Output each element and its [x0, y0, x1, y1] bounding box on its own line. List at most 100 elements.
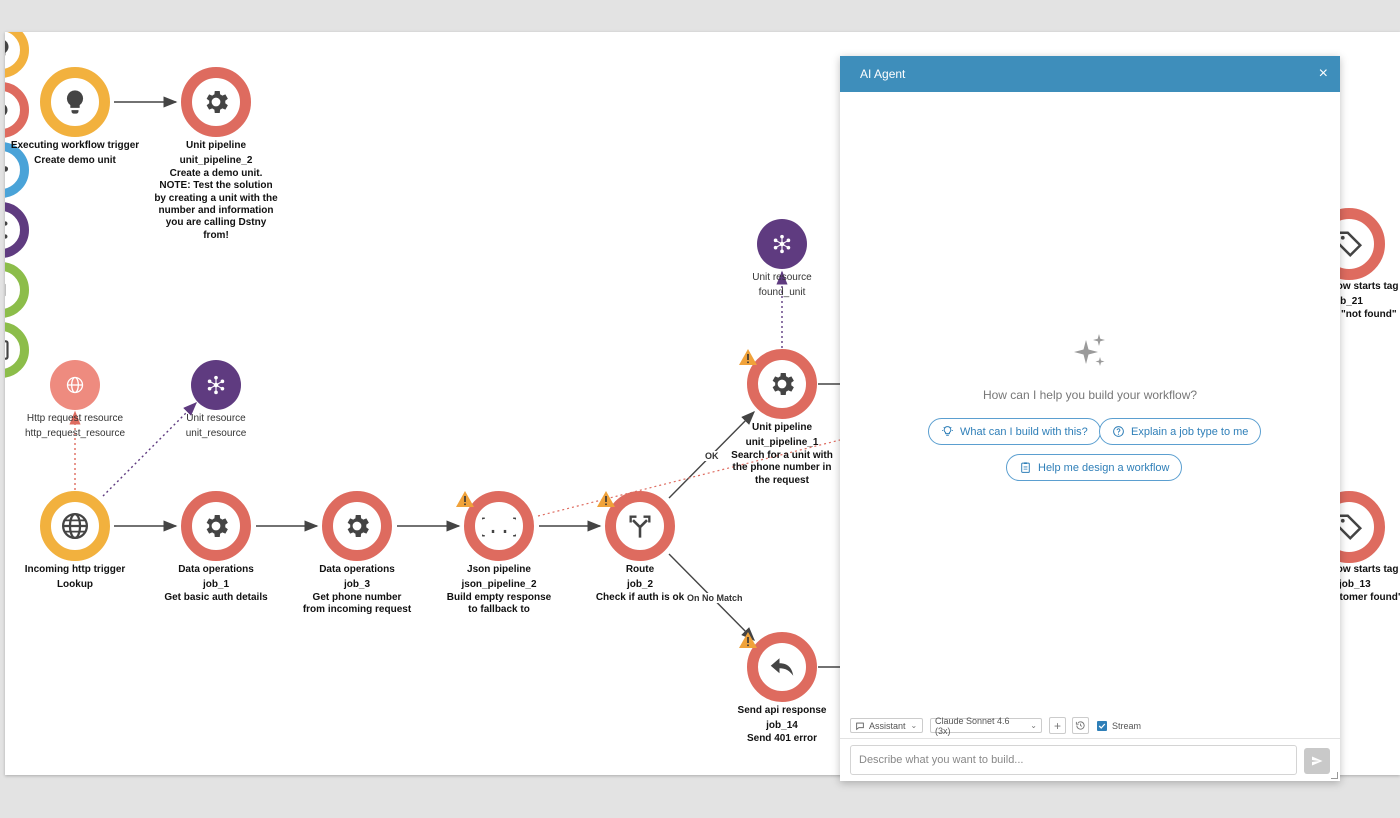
model-value: Claude Sonnet 4.6 (3x): [935, 715, 1010, 736]
node-executing-workflow-trigger[interactable]: [40, 67, 110, 137]
network-icon: [773, 234, 791, 254]
node-label: Send api response job_14 Send 401 error: [702, 705, 862, 745]
node-subtitle: unit_pipeline_2: [179, 155, 253, 167]
node-subtitle: unit_pipeline_1: [745, 437, 819, 449]
node-description: Create a demo unit. NOTE: Test the solut…: [154, 167, 278, 241]
ai-agent-panel: AI Agent × How can I help you build your…: [840, 56, 1340, 781]
resource-title: Unit resource: [752, 272, 812, 283]
resource-label: Unit resource unit_resource: [136, 411, 296, 441]
node-subtitle: job_2: [626, 579, 654, 591]
gear-icon: [772, 373, 794, 395]
warning-icon: [455, 490, 475, 508]
model-select[interactable]: Claude Sonnet 4.6 (3x) ⌄: [930, 715, 1042, 736]
prompt-input[interactable]: [850, 745, 1297, 775]
panel-title: AI Agent: [860, 67, 906, 81]
suggestion-design-workflow[interactable]: Help me design a workflow: [1006, 454, 1183, 481]
node-title: Json pipeline: [467, 564, 531, 575]
stream-toggle[interactable]: Stream: [1097, 720, 1142, 731]
node-unit-resource[interactable]: [191, 360, 241, 410]
chat-bubble-icon: [856, 722, 864, 730]
route-split-icon: [629, 515, 651, 538]
node-incoming-http-trigger[interactable]: [40, 491, 110, 561]
composer-divider: [840, 738, 1340, 739]
node-title: Unit pipeline: [752, 422, 812, 433]
node-unit-pipeline-2[interactable]: [181, 67, 251, 137]
node-title: Data operations: [178, 564, 254, 575]
gear-icon: [347, 515, 369, 537]
node-label: low starts tag ob_21 "not found": [1334, 281, 1400, 321]
stream-label: Stream: [1112, 720, 1142, 731]
chevron-down-icon: ⌄: [1030, 721, 1037, 730]
suggestion-label: Help me design a workflow: [1038, 461, 1170, 474]
gear-icon: [206, 515, 228, 537]
node-label: Data operations job_1 Get basic auth det…: [136, 564, 296, 604]
gear-icon: [5, 104, 8, 116]
empty-state-prompt-wrap: How can I help you build your workflow?: [840, 386, 1340, 404]
history-icon: [1075, 721, 1085, 730]
resource-title: Http request resource: [26, 413, 124, 424]
node-description: Send 401 error: [746, 732, 818, 744]
composer-toolbar: Assistant ⌄ Claude Sonnet 4.6 (3x) ⌄ + S…: [850, 715, 1142, 736]
node-label: Data operations job_3 Get phone number f…: [277, 564, 437, 617]
node-found-unit-resource[interactable]: [757, 219, 807, 269]
json-braces-icon: {..}: [482, 514, 516, 538]
resource-subtitle: http_request_resource: [24, 428, 126, 439]
resize-handle[interactable]: [1331, 772, 1338, 779]
node-description: stomer found": [1334, 591, 1400, 603]
network-icon: [5, 221, 8, 239]
node-title: low starts tag: [1334, 281, 1399, 292]
node-subtitle: Create demo unit: [34, 155, 116, 167]
lightbulb-icon: [66, 90, 84, 114]
node-job-1[interactable]: [181, 491, 251, 561]
reply-icon: [770, 658, 794, 676]
close-icon[interactable]: ×: [1319, 66, 1328, 82]
node-label: Incoming http trigger Lookup: [5, 564, 155, 592]
suggestion-what-can-i-build[interactable]: What can I build with this?: [928, 418, 1101, 445]
network-icon: [207, 375, 225, 395]
resource-subtitle: found_unit: [758, 287, 806, 298]
node-title: Data operations: [319, 564, 395, 575]
globe-icon: [62, 513, 88, 539]
send-button[interactable]: [1304, 748, 1330, 774]
svg-text:{..}: {..}: [482, 514, 516, 538]
node-subtitle: job_1: [202, 579, 230, 591]
warning-icon: [596, 490, 616, 508]
resource-label: Unit resource found_unit: [702, 270, 862, 300]
node-title: Executing workflow trigger: [10, 140, 140, 151]
mode-select[interactable]: Assistant ⌄: [850, 718, 923, 733]
node-subtitle: Lookup: [56, 579, 94, 591]
help-circle-icon: [1113, 426, 1124, 437]
lightbulb-icon: [942, 426, 953, 436]
node-label: Unit pipeline unit_pipeline_2 Create a d…: [136, 140, 296, 242]
history-button[interactable]: [1072, 717, 1089, 734]
node-subtitle: job_3: [343, 579, 371, 591]
node-http-request-resource[interactable]: [50, 360, 100, 410]
empty-state-prompt: How can I help you build your workflow?: [982, 388, 1198, 402]
panel-header: AI Agent ×: [840, 56, 1340, 92]
new-chat-button[interactable]: +: [1049, 717, 1066, 734]
node-label: Executing workflow trigger Create demo u…: [5, 140, 155, 168]
node-label: Json pipeline json_pipeline_2 Build empt…: [419, 564, 579, 617]
clipboard-icon: [1021, 462, 1030, 473]
node-title: Unit pipeline: [186, 140, 246, 151]
warning-icon: [738, 348, 758, 366]
send-icon: [1312, 756, 1323, 766]
node-job-3[interactable]: [322, 491, 392, 561]
box-icon: [5, 283, 6, 297]
node-description: "not found": [1341, 308, 1397, 320]
node-description: Build empty response to fallback to: [446, 591, 552, 616]
resource-label: Http request resource http_request_resou…: [5, 411, 155, 441]
globe-icon: [66, 376, 84, 394]
clipboard-icon: [5, 340, 9, 360]
node-description: Get basic auth details: [164, 591, 268, 603]
suggestion-explain-job-type[interactable]: Explain a job type to me: [1099, 418, 1262, 445]
node-title: low starts tag: [1334, 564, 1399, 575]
suggestion-label: Explain a job type to me: [1131, 425, 1249, 438]
lightbulb-icon: [5, 40, 9, 56]
checkbox-checked-icon[interactable]: [1097, 720, 1107, 731]
suggestion-label: What can I build with this?: [960, 425, 1088, 438]
node-description: Search for a unit with the phone number …: [731, 449, 833, 486]
node-title: Route: [625, 564, 655, 575]
node-subtitle: job_14: [766, 720, 798, 732]
node-subtitle: job_13: [1339, 579, 1371, 591]
